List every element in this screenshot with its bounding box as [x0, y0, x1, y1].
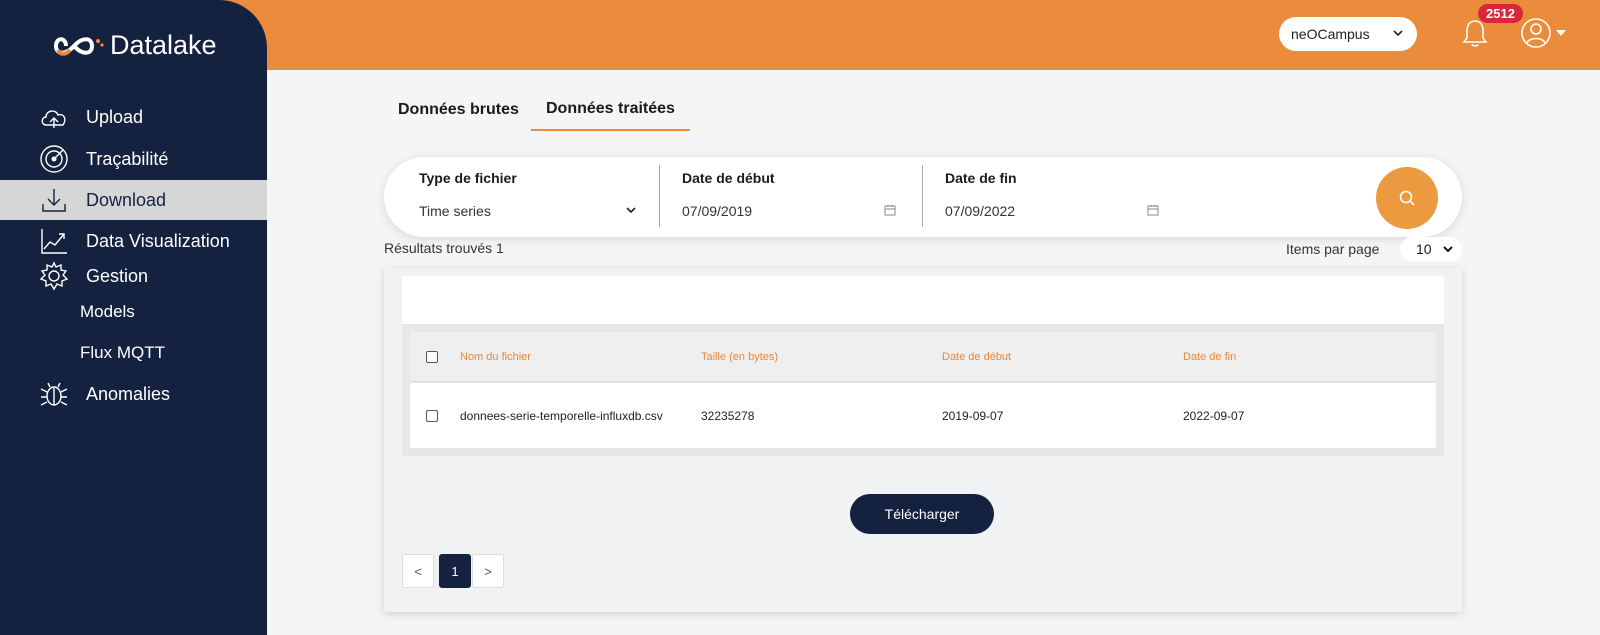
cloud-upload-icon	[38, 101, 70, 133]
files-table: Nom du fichier Taille (en bytes) Date de…	[402, 324, 1444, 456]
tab-donnees-brutes[interactable]: Données brutes	[398, 101, 519, 119]
chevron-down-icon	[1393, 30, 1403, 37]
radar-icon	[38, 143, 70, 175]
start-date-filter[interactable]: Date de début 07/09/2019	[682, 157, 902, 237]
caret-down-icon	[1556, 30, 1566, 36]
sidebar-item-tracabilite[interactable]: Traçabilité	[0, 139, 267, 179]
row-filename: donnees-serie-temporelle-influxdb.csv	[460, 409, 663, 423]
card-top-panel	[402, 276, 1444, 324]
chart-icon	[38, 225, 70, 257]
sidebar-subitem-models[interactable]: Models	[80, 302, 135, 322]
file-type-filter[interactable]: Type de fichier Time series	[419, 157, 639, 237]
results-card: Nom du fichier Taille (en bytes) Date de…	[384, 268, 1462, 612]
app-title: Datalake	[110, 30, 217, 60]
row-start-date: 2019-09-07	[942, 409, 1004, 423]
sidebar-item-download[interactable]: Download	[0, 180, 267, 220]
pagination-next-button[interactable]: >	[472, 554, 504, 588]
row-end-date: 2022-09-07	[1183, 409, 1245, 423]
file-type-value: Time series	[419, 203, 491, 219]
user-avatar-icon	[1521, 18, 1551, 48]
sidebar: Datalake Upload Traçabilité Download Dat…	[0, 0, 267, 635]
sidebar-item-label: Data Visualization	[86, 230, 230, 251]
sidebar-item-anomalies[interactable]: Anomalies	[0, 374, 267, 414]
sidebar-item-gestion[interactable]: Gestion	[0, 256, 267, 296]
tab-donnees-traitees[interactable]: Données traitées	[531, 100, 690, 131]
pagination-prev-button[interactable]: <	[402, 554, 434, 588]
row-checkbox[interactable]	[426, 410, 438, 422]
sidebar-item-label: Upload	[86, 106, 144, 127]
calendar-icon[interactable]	[884, 204, 896, 216]
sidebar-item-label: Anomalies	[86, 383, 171, 404]
sidebar-subitem-flux-mqtt[interactable]: Flux MQTT	[80, 343, 165, 363]
organization-select-value: neOCampus	[1291, 26, 1370, 42]
gear-icon	[38, 260, 70, 292]
filter-divider	[659, 165, 660, 227]
download-icon	[38, 184, 70, 216]
search-icon	[1399, 190, 1415, 206]
column-header-size[interactable]: Taille (en bytes)	[701, 351, 778, 363]
notification-badge: 2512	[1478, 4, 1523, 23]
file-type-label: Type de fichier	[419, 170, 517, 186]
sidebar-item-data-visualization[interactable]: Data Visualization	[0, 221, 267, 261]
row-size: 32235278	[701, 409, 755, 423]
start-date-label: Date de début	[682, 170, 775, 186]
chevron-down-icon	[626, 207, 636, 214]
bug-icon	[38, 378, 70, 410]
infinity-logo-icon	[53, 36, 104, 56]
sidebar-item-label: Download	[86, 189, 167, 210]
items-per-page-label: Items par page	[1286, 241, 1380, 257]
download-button[interactable]: Télécharger	[850, 494, 994, 534]
end-date-filter[interactable]: Date de fin 07/09/2022	[945, 157, 1165, 237]
user-menu[interactable]	[1520, 17, 1566, 49]
table-header: Nom du fichier Taille (en bytes) Date de…	[410, 332, 1436, 382]
table-row[interactable]: donnees-serie-temporelle-influxdb.csv 32…	[410, 383, 1436, 448]
column-header-filename[interactable]: Nom du fichier	[460, 351, 531, 363]
sidebar-item-label: Traçabilité	[86, 148, 169, 169]
items-per-page-select[interactable]: 10	[1400, 237, 1462, 261]
chevron-down-icon	[1443, 246, 1453, 253]
search-button[interactable]	[1376, 167, 1438, 229]
end-date-value: 07/09/2022	[945, 203, 1016, 219]
select-all-checkbox[interactable]	[426, 351, 438, 363]
app-logo: Datalake	[52, 30, 217, 61]
pagination-page-button[interactable]: 1	[439, 554, 471, 588]
sidebar-item-label: Gestion	[86, 265, 149, 286]
sidebar-item-upload[interactable]: Upload	[0, 97, 267, 137]
column-header-end-date[interactable]: Date de fin	[1183, 351, 1236, 363]
items-per-page-value: 10	[1416, 241, 1432, 257]
column-header-start-date[interactable]: Date de début	[942, 351, 1011, 363]
filter-bar: Type de fichier Time series Date de débu…	[384, 157, 1462, 237]
filter-divider	[922, 165, 923, 227]
organization-select[interactable]: neOCampus	[1279, 17, 1417, 51]
start-date-value: 07/09/2019	[682, 203, 753, 219]
results-count: Résultats trouvés 1	[384, 240, 504, 256]
calendar-icon[interactable]	[1147, 204, 1159, 216]
end-date-label: Date de fin	[945, 170, 1017, 186]
